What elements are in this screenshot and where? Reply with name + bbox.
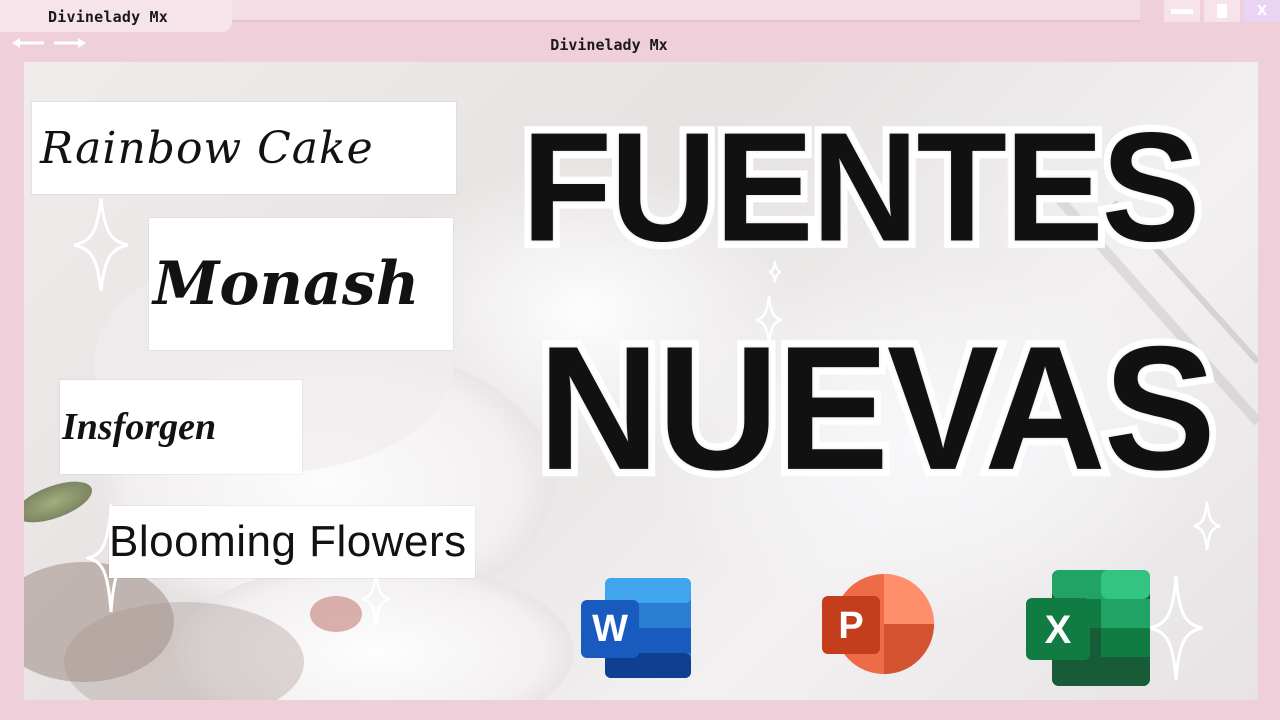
sparkle-icon: [73, 198, 129, 292]
title-bar: [232, 0, 1140, 22]
powerpoint-app: P: [822, 572, 936, 676]
minimize-button[interactable]: [1164, 0, 1200, 22]
content-panel: Rainbow Cake Monash Insforgen Blooming F…: [24, 62, 1258, 700]
sparkle-icon: [361, 573, 391, 625]
word-icon: W: [581, 578, 691, 678]
powerpoint-icon: P: [822, 574, 934, 674]
font-label-insforgen: Insforgen: [60, 380, 302, 474]
window-title: Divinelady Mx: [550, 36, 668, 54]
window-tab[interactable]: Divinelady Mx: [0, 0, 232, 32]
window-controls: X: [1164, 0, 1280, 22]
word-letter: W: [592, 608, 628, 650]
maximize-button[interactable]: [1204, 0, 1240, 22]
font-label-monash: Monash: [149, 218, 453, 350]
tab-title: Divinelady Mx: [48, 8, 168, 26]
minimize-icon: [1171, 9, 1193, 14]
maximize-icon: [1217, 4, 1227, 18]
excel-icon: X: [1026, 570, 1150, 686]
heading-line-1: FUENTES: [515, 100, 1208, 275]
font-label-blooming-flowers: Blooming Flowers: [109, 506, 475, 578]
sparkle-icon: [1149, 575, 1203, 681]
excel-letter: X: [1045, 608, 1072, 652]
excel-app: X: [1026, 570, 1150, 686]
font-label-rainbow-cake: Rainbow Cake: [32, 102, 456, 194]
word-app: W: [581, 574, 693, 680]
powerpoint-letter: P: [838, 605, 863, 647]
sparkle-icon: [1193, 501, 1221, 551]
close-button[interactable]: X: [1244, 0, 1280, 22]
heading-line-2: NUEVAS: [531, 309, 1223, 507]
